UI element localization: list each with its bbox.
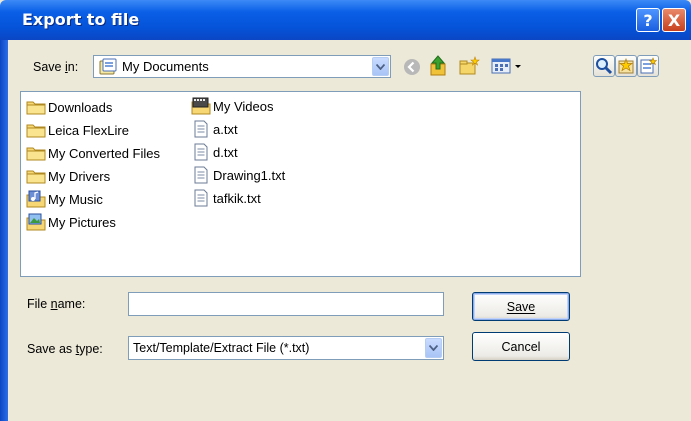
up-folder-icon[interactable] xyxy=(427,55,449,77)
window-border xyxy=(0,40,8,421)
folder-icon xyxy=(98,58,118,76)
item-label: d.txt xyxy=(213,144,238,160)
item-label: My Converted Files xyxy=(48,145,160,161)
list-item[interactable]: My Videos xyxy=(191,95,273,117)
video-folder-icon xyxy=(191,97,211,115)
text-file-icon xyxy=(191,120,211,138)
save-in-label: Save in: xyxy=(33,60,79,74)
folder-icon xyxy=(26,121,46,139)
folder-icon xyxy=(26,167,46,185)
search-icon[interactable] xyxy=(593,55,615,77)
title-bar: Export to file ? X xyxy=(0,0,691,40)
list-item[interactable]: tafkik.txt xyxy=(191,187,261,209)
text-file-icon xyxy=(191,189,211,207)
favorites-icon[interactable] xyxy=(615,55,637,77)
list-item[interactable]: My Music xyxy=(26,188,103,210)
save-in-dropdown[interactable]: My Documents xyxy=(93,55,391,78)
folder-icon xyxy=(26,98,46,116)
cancel-button[interactable]: Cancel xyxy=(472,332,570,361)
save-as-type-value: Text/Template/Extract File (*.txt) xyxy=(133,341,310,355)
chevron-down-icon[interactable] xyxy=(372,57,389,76)
save-button-label: Save xyxy=(506,299,536,314)
views-menu-icon[interactable] xyxy=(490,56,526,76)
pictures-folder-icon xyxy=(26,213,46,231)
list-item[interactable]: Downloads xyxy=(26,96,112,118)
chevron-down-icon[interactable] xyxy=(425,338,442,358)
save-as-type-label: Save as type: xyxy=(27,342,103,356)
item-label: Drawing1.txt xyxy=(213,167,286,183)
add-favorite-icon[interactable] xyxy=(637,55,659,77)
list-item[interactable]: Drawing1.txt xyxy=(191,164,285,186)
item-label: tafkik.txt xyxy=(213,190,261,206)
help-button[interactable]: ? xyxy=(636,8,660,32)
list-item[interactable]: a.txt xyxy=(191,118,238,140)
file-name-label: File name: xyxy=(27,297,86,311)
close-button[interactable]: X xyxy=(662,8,686,32)
file-list[interactable]: Downloads Leica FlexLire My Converted Fi… xyxy=(20,91,581,277)
save-in-value: My Documents xyxy=(122,59,209,74)
list-item[interactable]: My Pictures xyxy=(26,211,116,233)
folder-icon xyxy=(26,144,46,162)
item-label: My Drivers xyxy=(48,168,111,184)
list-item[interactable]: My Converted Files xyxy=(26,142,160,164)
item-label: My Pictures xyxy=(48,214,116,230)
dialog-title: Export to file xyxy=(22,10,140,29)
back-icon[interactable] xyxy=(402,57,422,77)
text-file-icon xyxy=(191,166,211,184)
cancel-button-label: Cancel xyxy=(501,339,541,354)
list-item[interactable]: My Drivers xyxy=(26,165,110,187)
new-folder-icon[interactable] xyxy=(458,56,480,76)
item-label: a.txt xyxy=(213,121,238,137)
item-label: My Music xyxy=(48,191,103,207)
file-name-field[interactable] xyxy=(128,292,444,316)
music-folder-icon xyxy=(26,190,46,208)
list-item[interactable]: d.txt xyxy=(191,141,238,163)
save-as-type-dropdown[interactable]: Text/Template/Extract File (*.txt) xyxy=(128,336,444,360)
item-label: Leica FlexLire xyxy=(48,122,129,138)
save-button[interactable]: Save xyxy=(472,292,570,321)
list-item[interactable]: Leica FlexLire xyxy=(26,119,129,141)
item-label: Downloads xyxy=(48,99,113,115)
text-file-icon xyxy=(191,143,211,161)
item-label: My Videos xyxy=(213,98,274,114)
